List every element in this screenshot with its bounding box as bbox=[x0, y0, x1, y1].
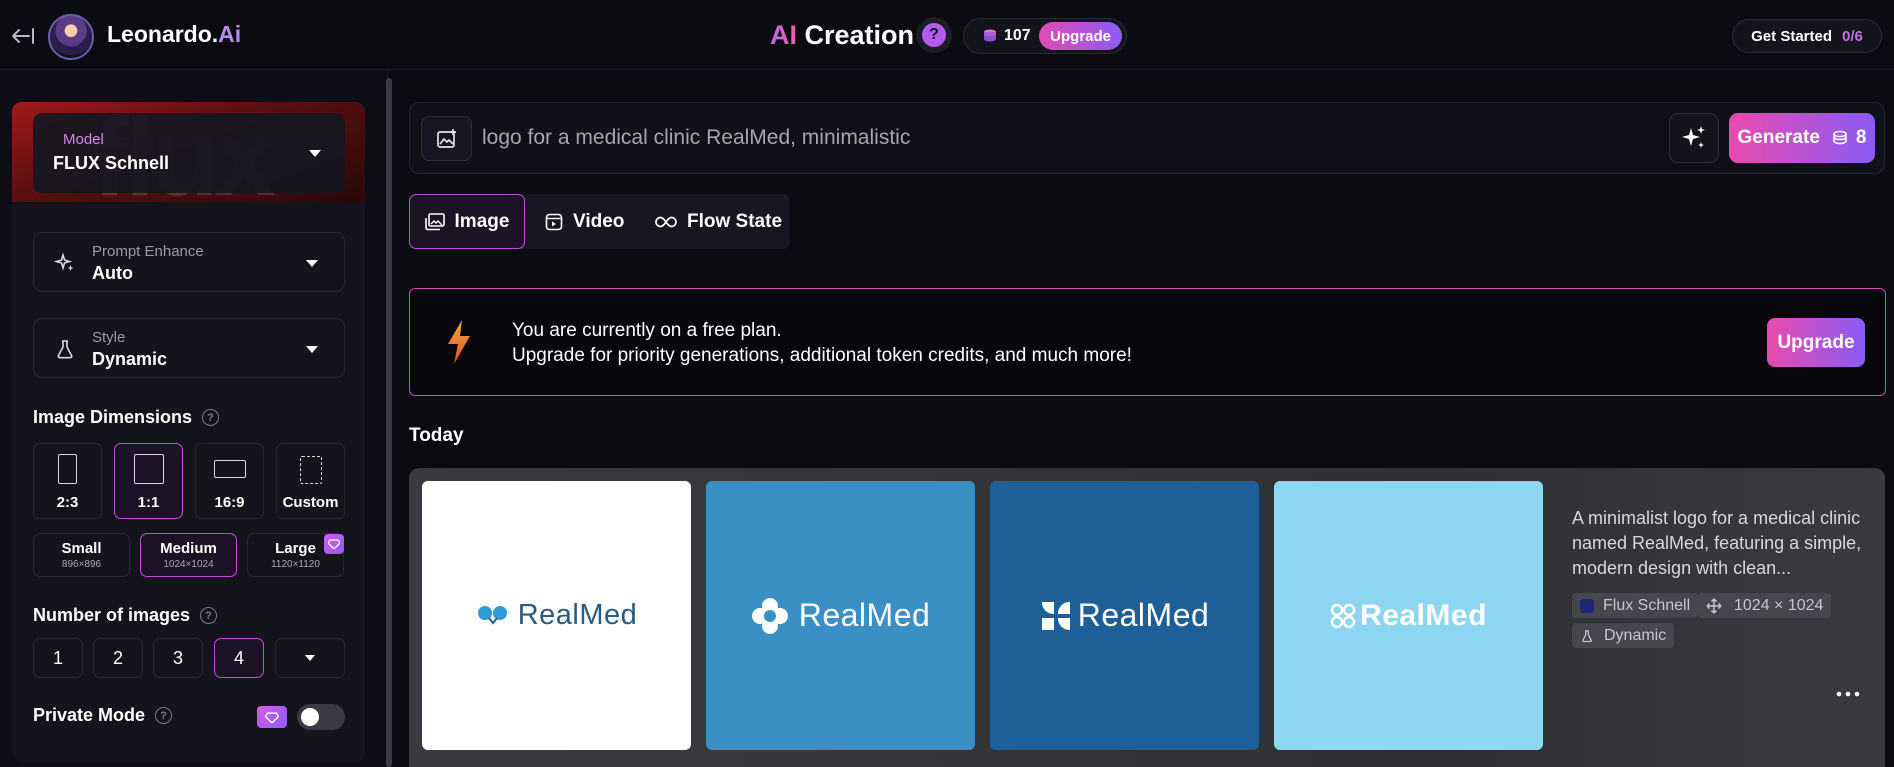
chevron-down-icon bbox=[305, 655, 315, 661]
realmed-logo-mark-icon bbox=[1041, 601, 1070, 630]
chevron-down-icon bbox=[306, 260, 318, 267]
realmed-logo-mark-icon bbox=[1330, 603, 1356, 628]
image-dimensions-title: Image Dimensions bbox=[33, 407, 193, 427]
prompt-input[interactable] bbox=[482, 122, 1662, 154]
prompt-enhance-label: Prompt Enhance bbox=[92, 243, 204, 260]
more-options-button[interactable] bbox=[1828, 682, 1868, 706]
private-mode-title: Private Mode bbox=[33, 705, 146, 725]
banner-text: You are currently on a free plan. bbox=[512, 320, 782, 341]
flux-model-icon bbox=[1580, 598, 1594, 613]
generated-image-4[interactable]: RealMed bbox=[1274, 481, 1543, 750]
portrait-shape-icon bbox=[58, 454, 77, 484]
generated-image-1[interactable]: RealMed bbox=[422, 481, 691, 750]
flask-icon bbox=[57, 340, 73, 359]
number-of-images-header: Number of images ? bbox=[33, 605, 218, 626]
model-label: Model bbox=[63, 131, 104, 148]
model-chip: Flux Schnell bbox=[1572, 593, 1699, 618]
num-images-1-button[interactable]: 1 bbox=[33, 638, 83, 678]
get-started-button[interactable]: Get Started 0/6 bbox=[1732, 19, 1882, 53]
infinity-icon bbox=[655, 216, 677, 227]
num-images-2-button[interactable]: 2 bbox=[93, 638, 143, 678]
tab-video[interactable]: Video bbox=[545, 194, 624, 249]
ellipsis-icon bbox=[1836, 691, 1860, 697]
generate-cost: 8 bbox=[1855, 127, 1867, 148]
generate-button[interactable]: Generate 8 bbox=[1729, 113, 1875, 163]
image-add-icon bbox=[436, 128, 456, 148]
premium-gem-icon bbox=[257, 706, 287, 728]
arrow-left-icon bbox=[12, 28, 34, 44]
square-shape-icon bbox=[133, 454, 164, 484]
tab-image[interactable]: Image bbox=[409, 194, 525, 249]
info-icon[interactable]: ? bbox=[202, 409, 220, 426]
free-plan-banner bbox=[409, 288, 1886, 396]
landscape-shape-icon bbox=[213, 460, 246, 478]
dimensions-chip: 1024 × 1024 bbox=[1698, 593, 1832, 618]
number-of-images-title: Number of images bbox=[33, 605, 191, 625]
num-images-more-dropdown[interactable] bbox=[275, 638, 345, 678]
generated-image-2[interactable]: RealMed bbox=[706, 481, 975, 750]
image-icon bbox=[424, 212, 445, 230]
premium-gem-icon bbox=[324, 534, 344, 554]
realmed-logo-mark-icon bbox=[477, 605, 507, 625]
improve-prompt-button[interactable] bbox=[1669, 113, 1719, 163]
size-small-button[interactable]: Small 896×896 bbox=[33, 533, 130, 577]
question-icon: ? bbox=[922, 23, 946, 47]
style-value: Dynamic bbox=[92, 349, 168, 369]
generate-label: Generate bbox=[1737, 127, 1820, 148]
sparkles-icon bbox=[1682, 126, 1705, 148]
help-button[interactable]: ? bbox=[916, 17, 952, 53]
info-icon[interactable]: ? bbox=[155, 707, 173, 724]
creation-type-tabs: Image Video Flow State bbox=[409, 194, 790, 249]
toggle-knob bbox=[301, 708, 319, 726]
private-mode-header: Private Mode ? bbox=[33, 705, 173, 726]
token-count: 107 bbox=[1004, 27, 1031, 44]
flask-icon bbox=[1582, 629, 1592, 642]
ratio-2-3-button[interactable]: 2:3 bbox=[33, 443, 102, 519]
feed-date-label: Today bbox=[409, 425, 464, 446]
image-dimensions-header: Image Dimensions ? bbox=[33, 407, 220, 428]
upgrade-button[interactable]: Upgrade bbox=[1039, 22, 1122, 50]
info-icon[interactable]: ? bbox=[200, 607, 218, 624]
avatar[interactable] bbox=[48, 14, 94, 60]
size-medium-button[interactable]: Medium 1024×1024 bbox=[140, 533, 237, 577]
brand-logo[interactable]: Leonardo.Ai bbox=[107, 21, 241, 48]
coins-icon bbox=[1833, 130, 1847, 145]
prompt-enhance-dropdown[interactable]: Prompt Enhance Auto bbox=[33, 232, 345, 292]
ratio-1-1-button[interactable]: 1:1 bbox=[114, 443, 183, 519]
video-icon bbox=[545, 213, 563, 230]
page-title: AI Creation bbox=[770, 20, 915, 50]
generation-prompt-text[interactable]: A minimalist logo for a medical clinic n… bbox=[1572, 506, 1862, 581]
get-started-label: Get Started bbox=[1751, 27, 1832, 45]
style-dropdown[interactable]: Style Dynamic bbox=[33, 318, 345, 378]
prompt-enhance-value: Auto bbox=[92, 263, 133, 283]
tab-flow-state[interactable]: Flow State bbox=[655, 194, 782, 249]
style-label: Style bbox=[92, 329, 126, 346]
custom-shape-icon bbox=[299, 456, 322, 484]
image-prompt-button[interactable] bbox=[421, 116, 472, 161]
banner-upgrade-button[interactable]: Upgrade bbox=[1767, 318, 1865, 367]
sparkles-icon bbox=[54, 252, 74, 271]
chevron-down-icon bbox=[309, 150, 321, 157]
ratio-custom-button[interactable]: Custom bbox=[276, 443, 345, 519]
style-chip: Dynamic bbox=[1572, 623, 1675, 648]
get-started-progress: 0/6 bbox=[1842, 27, 1863, 45]
collapse-sidebar-button[interactable] bbox=[8, 22, 36, 50]
chevron-down-icon bbox=[306, 346, 318, 353]
model-select[interactable]: Model FLUX Schnell bbox=[33, 113, 345, 193]
coins-icon bbox=[984, 29, 996, 42]
model-value: FLUX Schnell bbox=[53, 153, 170, 173]
lightning-icon bbox=[444, 318, 474, 366]
num-images-4-button[interactable]: 4 bbox=[214, 638, 264, 678]
token-balance: 107 Upgrade bbox=[963, 18, 1127, 54]
ratio-16-9-button[interactable]: 16:9 bbox=[195, 443, 264, 519]
move-arrows-icon bbox=[1706, 597, 1722, 614]
generated-image-3[interactable]: RealMed bbox=[990, 481, 1259, 750]
num-images-3-button[interactable]: 3 bbox=[153, 638, 203, 678]
sidebar-scrollbar[interactable] bbox=[386, 78, 392, 767]
realmed-logo-mark-icon bbox=[751, 597, 788, 634]
banner-subtext: Upgrade for priority generations, additi… bbox=[512, 345, 1132, 366]
